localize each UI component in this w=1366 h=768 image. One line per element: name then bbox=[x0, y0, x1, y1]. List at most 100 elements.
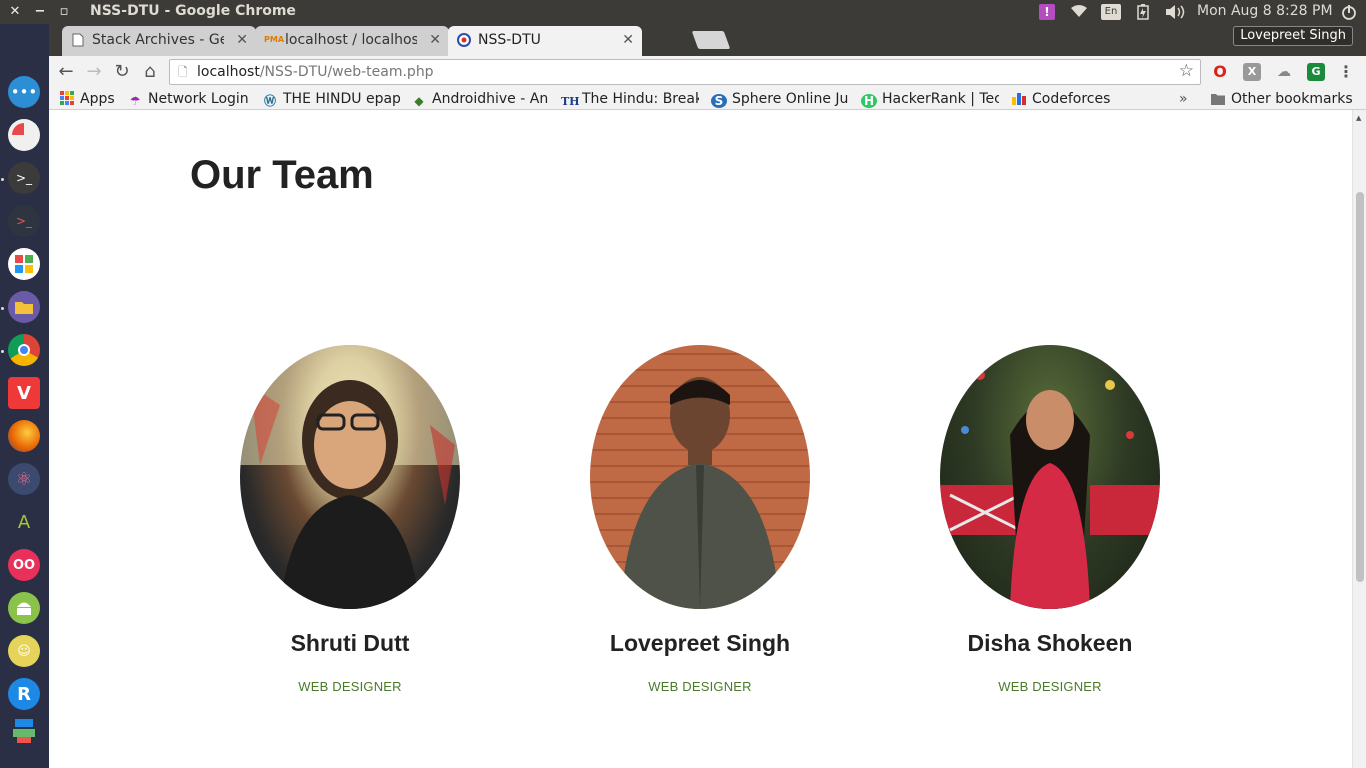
wordpress-icon: Ⓦ bbox=[263, 94, 276, 108]
new-tab-button[interactable] bbox=[691, 31, 731, 49]
bookmark-label: Apps bbox=[80, 91, 115, 107]
close-tab-icon[interactable]: ✕ bbox=[622, 26, 634, 54]
bookmark-apps[interactable]: Apps bbox=[59, 89, 115, 109]
member-name: Lovepreet Singh bbox=[609, 630, 791, 656]
android-studio-icon[interactable]: A bbox=[8, 506, 40, 538]
url-host: localhost bbox=[197, 64, 260, 80]
bookmark-label: THE HINDU epap bbox=[283, 91, 400, 107]
battery-icon[interactable] bbox=[1136, 4, 1150, 20]
tab-nss-dtu[interactable]: NSS-DTU ✕ bbox=[448, 26, 642, 56]
page-content: Our Team Shruti Dutt WEB DESIGNER Lovepr… bbox=[49, 110, 1352, 768]
other-bookmarks-folder[interactable]: Other bookmarks bbox=[1210, 89, 1353, 109]
bookmark-spoj[interactable]: S Sphere Online Ju bbox=[711, 89, 849, 109]
tab-stack-archives[interactable]: Stack Archives - Gee ✕ bbox=[62, 26, 256, 56]
team-member-card: Lovepreet Singh WEB DESIGNER bbox=[570, 345, 830, 694]
terminal-icon[interactable]: >_ bbox=[8, 205, 40, 237]
hackerrank-icon: H bbox=[861, 94, 877, 108]
g-extension-icon[interactable]: G bbox=[1307, 63, 1325, 81]
address-bar[interactable]: 🗋 localhost/NSS-DTU/web-team.php ☆ bbox=[169, 59, 1201, 85]
notes-app-icon[interactable]: ☺ bbox=[8, 635, 40, 667]
running-indicator bbox=[1, 350, 4, 353]
running-indicator bbox=[1, 178, 4, 181]
power-settings-icon[interactable] bbox=[1340, 4, 1358, 20]
cloud-extension-icon[interactable]: ☁ bbox=[1275, 63, 1293, 81]
phpmyadmin-icon: PMA bbox=[264, 35, 285, 44]
clock[interactable]: Mon Aug 8 8:28 PM bbox=[1197, 3, 1333, 19]
wifi-icon[interactable] bbox=[1070, 4, 1088, 20]
bookmark-hackerrank[interactable]: H HackerRank | Tec bbox=[861, 89, 999, 109]
bookmark-label: Androidhive - An bbox=[432, 91, 549, 107]
forward-icon[interactable]: → bbox=[82, 60, 106, 84]
member-name: Shruti Dutt bbox=[290, 630, 410, 656]
member-photo bbox=[590, 345, 810, 609]
android-icon[interactable] bbox=[8, 592, 40, 624]
bookmark-label: Codeforces bbox=[1032, 91, 1111, 107]
bookmark-codeforces[interactable]: Codeforces bbox=[1011, 89, 1110, 109]
bookmark-star-icon[interactable]: ☆ bbox=[1179, 59, 1194, 83]
window-close-icon[interactable]: ✕ bbox=[3, 0, 27, 24]
close-tab-icon[interactable]: ✕ bbox=[429, 26, 441, 54]
window-title: NSS-DTU - Google Chrome bbox=[90, 3, 296, 19]
tab-label: localhost / localhos bbox=[285, 32, 417, 48]
bookmark-network-login[interactable]: ☂ Network Login bbox=[127, 89, 249, 109]
scroll-up-icon[interactable]: ▲ bbox=[1356, 114, 1361, 122]
bookmark-label: Network Login bbox=[148, 91, 249, 107]
infinity-icon[interactable]: OO bbox=[8, 549, 40, 581]
r-app-icon[interactable]: R bbox=[8, 678, 40, 710]
apps-grid-icon bbox=[59, 91, 75, 105]
pie-chart-icon[interactable] bbox=[8, 119, 40, 151]
member-role: WEB DESIGNER bbox=[298, 679, 402, 694]
bookmark-the-hindu-epaper[interactable]: Ⓦ THE HINDU epap bbox=[262, 89, 400, 109]
opera-icon[interactable]: O bbox=[1211, 63, 1229, 81]
team-member-card: Disha Shokeen WEB DESIGNER bbox=[920, 345, 1180, 694]
x-extension-icon[interactable]: X bbox=[1243, 63, 1261, 81]
atom-icon[interactable]: ⚛ bbox=[8, 463, 40, 495]
tab-label: NSS-DTU bbox=[478, 32, 541, 48]
folder-icon bbox=[1210, 93, 1226, 107]
nss-logo-icon bbox=[457, 33, 471, 47]
window-minimize-icon[interactable]: − bbox=[28, 0, 52, 24]
close-tab-icon[interactable]: ✕ bbox=[236, 26, 248, 54]
reload-icon[interactable]: ↻ bbox=[110, 60, 134, 84]
apple-icon[interactable] bbox=[8, 33, 40, 65]
keyboard-layout-indicator[interactable]: En bbox=[1101, 4, 1121, 20]
back-icon[interactable]: ← bbox=[54, 60, 78, 84]
codeforces-icon bbox=[1011, 91, 1027, 105]
software-center-icon[interactable] bbox=[8, 714, 40, 746]
member-role: WEB DESIGNER bbox=[998, 679, 1102, 694]
tab-phpmyadmin[interactable]: PMA localhost / localhos ✕ bbox=[255, 26, 449, 56]
firefox-icon[interactable] bbox=[8, 420, 40, 452]
member-photo bbox=[940, 345, 1160, 609]
dash-icon[interactable]: ••• bbox=[8, 76, 40, 108]
page-scrollbar[interactable]: ▲ bbox=[1352, 110, 1366, 768]
bookmark-label: The Hindu: Break bbox=[582, 91, 699, 107]
profile-button[interactable]: Lovepreet Singh bbox=[1233, 26, 1353, 46]
app-grid-icon[interactable] bbox=[8, 248, 40, 280]
browser-toolbar: ← → ↻ ⌂ 🗋 localhost/NSS-DTU/web-team.php… bbox=[49, 56, 1366, 88]
system-top-bar: ✕ − ▫ NSS-DTU - Google Chrome ! En Mon A… bbox=[0, 0, 1366, 24]
notification-icon[interactable]: ! bbox=[1039, 4, 1055, 20]
running-indicator bbox=[1, 307, 4, 310]
folder-icon[interactable] bbox=[8, 291, 40, 323]
page-title: Our Team bbox=[190, 153, 374, 197]
tab-strip: Stack Archives - Gee ✕ PMA localhost / l… bbox=[49, 24, 1366, 56]
thehindu-icon: TH bbox=[561, 95, 580, 108]
bookmarks-overflow-button[interactable]: » bbox=[1179, 89, 1188, 109]
home-icon[interactable]: ⌂ bbox=[138, 60, 162, 84]
androidhive-icon: ◆ bbox=[414, 94, 424, 108]
page-info-icon[interactable]: 🗋 bbox=[178, 60, 188, 84]
bookmark-androidhive[interactable]: ◆ Androidhive - An bbox=[411, 89, 549, 109]
scrollbar-thumb[interactable] bbox=[1356, 192, 1364, 582]
chrome-icon[interactable] bbox=[8, 334, 40, 366]
chrome-menu-icon[interactable]: ⋮ bbox=[1337, 63, 1355, 81]
window-maximize-icon[interactable]: ▫ bbox=[52, 0, 76, 24]
bookmark-the-hindu-breaking[interactable]: TH The Hindu: Break bbox=[561, 89, 699, 109]
terminal-icon[interactable]: >_ bbox=[8, 162, 40, 194]
vivaldi-icon[interactable]: V bbox=[8, 377, 40, 409]
spoj-icon: S bbox=[711, 94, 727, 108]
volume-icon[interactable] bbox=[1165, 4, 1187, 20]
team-member-card: Shruti Dutt WEB DESIGNER bbox=[220, 345, 480, 694]
bookmark-label: Other bookmarks bbox=[1231, 91, 1353, 107]
member-role: WEB DESIGNER bbox=[648, 679, 752, 694]
url-path: /NSS-DTU/web-team.php bbox=[259, 64, 434, 80]
